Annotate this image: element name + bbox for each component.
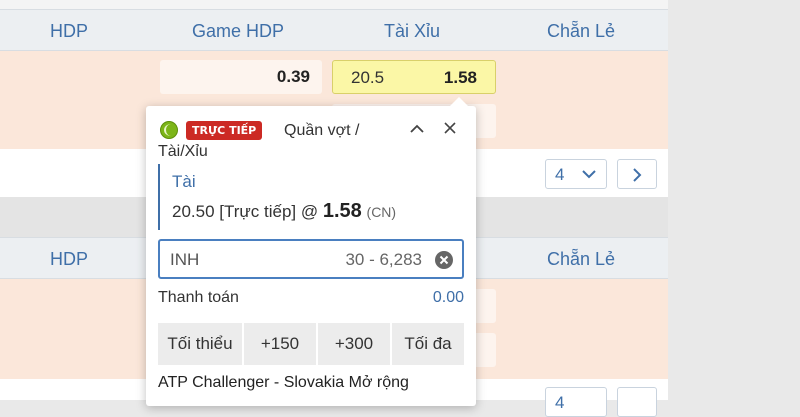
column-hdp: HDP xyxy=(50,21,89,41)
tennis-ball-icon xyxy=(160,121,178,139)
clear-icon[interactable] xyxy=(434,250,454,270)
column-chan-le: Chẵn Lẻ xyxy=(547,249,616,269)
column-hdp: HDP xyxy=(50,249,89,269)
add-300-button[interactable]: +300 xyxy=(318,323,390,365)
page-background xyxy=(668,0,800,400)
chevron-right-icon xyxy=(633,168,642,182)
handicap-value: 20.5 xyxy=(351,68,385,87)
stake-input[interactable]: INH 30 - 6,283 xyxy=(158,239,464,279)
payout-value: 0.00 xyxy=(432,289,464,306)
chevron-up-icon[interactable] xyxy=(410,124,424,134)
bet-slip-popup: TRỰC TIẾP Quần vợt / Tài/Xỉu Tài 20.50 [… xyxy=(146,97,476,406)
line-text: 20.50 [Trực tiếp] @ xyxy=(172,202,319,221)
odds-format: (CN) xyxy=(366,204,397,220)
market-label: Tài/Xỉu xyxy=(158,143,208,160)
payout-label: Thanh toán xyxy=(158,289,239,306)
stake-range: 30 - 6,283 xyxy=(345,250,422,269)
selection-line: 20.50 [Trực tiếp] @ 1.58 (CN) xyxy=(172,200,396,223)
selection-details: Tài 20.50 [Trực tiếp] @ 1.58 (CN) xyxy=(158,164,396,230)
page-select[interactable]: 4 xyxy=(545,387,607,417)
popup-caret xyxy=(450,97,468,106)
max-stake-button[interactable]: Tối đa xyxy=(392,323,464,365)
stake-placeholder: INH xyxy=(170,250,200,269)
tai-xiu-odds-button-selected[interactable]: 20.5 1.58 xyxy=(332,60,496,94)
column-chan-le: Chẵn Lẻ xyxy=(547,21,616,41)
live-badge: TRỰC TIẾP xyxy=(186,121,263,140)
odds-value: 0.39 xyxy=(276,67,310,86)
odds-value: 1.58 xyxy=(322,200,362,222)
column-game-hdp: Game HDP xyxy=(192,21,285,41)
next-page-button[interactable] xyxy=(617,159,657,189)
game-hdp-odds-button[interactable]: 0.39 xyxy=(160,60,322,94)
page-select[interactable]: 4 xyxy=(545,159,607,189)
table-header: HDP Game HDP Tài Xỉu Chẵn Lẻ xyxy=(0,9,668,51)
chevron-down-icon xyxy=(582,170,596,179)
selection-name: Tài xyxy=(172,172,196,191)
column-tai-xiu: Tài Xỉu xyxy=(384,21,441,41)
odds-value: 1.58 xyxy=(443,68,477,87)
sport-label: Quần vợt / xyxy=(284,122,360,139)
league-name: ATP Challenger - Slovakia Mở rộng xyxy=(158,374,409,391)
close-icon[interactable] xyxy=(444,122,456,134)
next-page-button[interactable] xyxy=(617,387,657,417)
min-stake-button[interactable]: Tối thiểu xyxy=(158,323,242,365)
add-150-button[interactable]: +150 xyxy=(244,323,316,365)
